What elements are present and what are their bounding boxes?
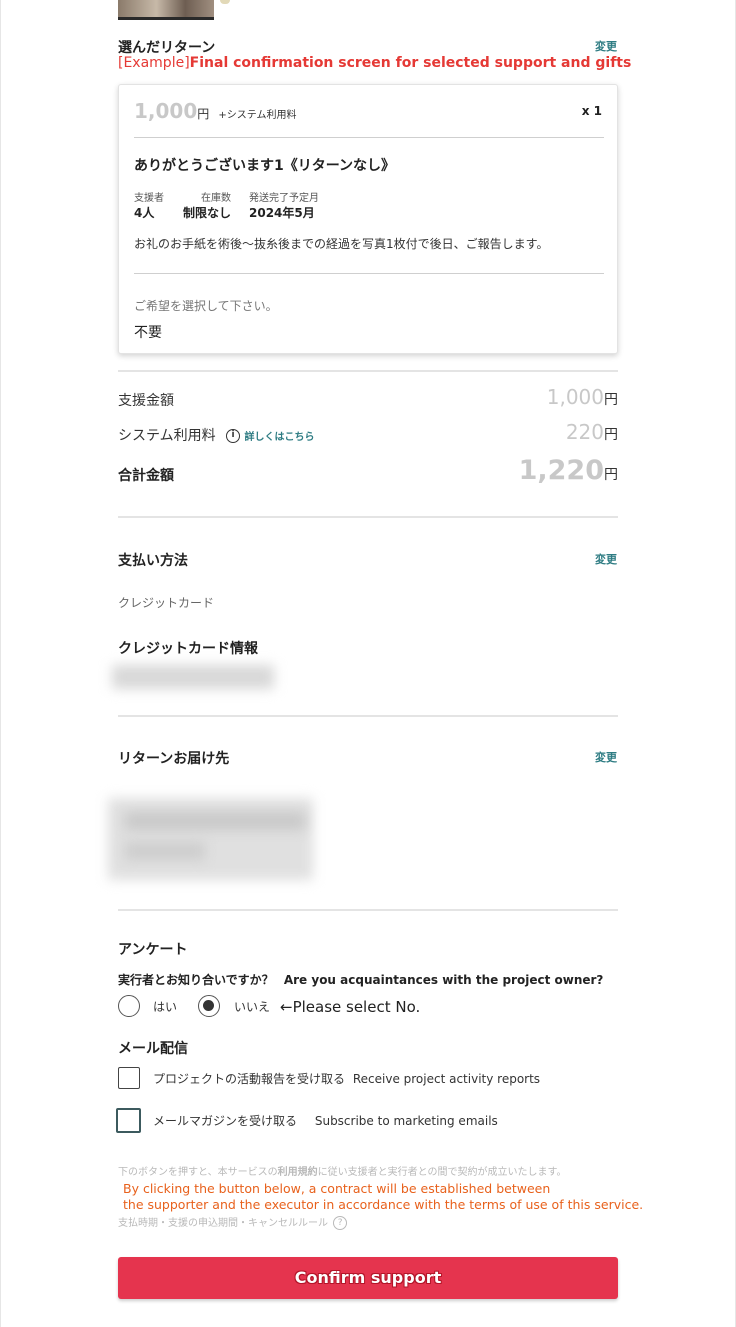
confirm-support-button[interactable]: Confirm support (118, 1257, 618, 1299)
total-amount-unit: 円 (604, 467, 618, 483)
mail-option2: メールマガジンを受け取る Subscribe to marketing emai… (153, 1112, 498, 1129)
system-fee-unit: 円 (604, 427, 618, 443)
divider (118, 909, 618, 911)
return-name: ありがとうございます1《リターンなし》 (134, 158, 396, 174)
terms-text-b: に従い支援者と実行者との間で契約が成立いたします。 (317, 1167, 567, 1178)
mail-option2-en: Subscribe to marketing emails (314, 1114, 498, 1128)
terms-annotation-line1: By clicking the button below, a contract… (123, 1181, 551, 1196)
system-fee-label-row: システム利用料 i 詳しくはこちら (118, 425, 315, 445)
delivery-title: リターンお届け先 (118, 751, 230, 767)
annotation-example: [Example]Final confirmation screen for s… (118, 55, 631, 71)
return-price: 1,000円 +システム利用料 (134, 99, 296, 123)
choice-value: 不要 (134, 325, 162, 341)
fee-detail-link[interactable]: 詳しくはこちら (245, 432, 315, 443)
survey-option-no-label: いいえ (234, 1000, 271, 1014)
terms-text: 下のボタンを押すと、本サービスの利用規約に従い支援者と実行者との間で契約が成立い… (118, 1163, 567, 1178)
support-amount-value: 1,000 (546, 385, 604, 409)
total-amount-value: 1,220 (518, 455, 604, 486)
project-thumbnail (118, 0, 214, 20)
payment-title: 支払い方法 (118, 553, 188, 569)
address-redacted (108, 798, 313, 880)
mail-option1-checkbox[interactable] (118, 1067, 140, 1089)
card-info-title: クレジットカード情報 (118, 641, 258, 657)
survey-radio-yes[interactable] (118, 995, 140, 1017)
return-quantity: x 1 (581, 104, 602, 118)
payment-method: クレジットカード (118, 596, 215, 610)
card-divider-2 (134, 273, 604, 274)
mail-option1: プロジェクトの活動報告を受け取る Receive project activit… (153, 1070, 540, 1087)
selected-return-title: 選んだリターン (118, 40, 216, 56)
payment-change-link[interactable]: 変更 (595, 551, 617, 567)
return-price-suffix: +システム利用料 (218, 110, 297, 121)
card-info-redacted (112, 665, 274, 689)
address-redacted-line (125, 842, 205, 860)
divider (118, 370, 618, 372)
support-amount-unit: 円 (604, 392, 618, 408)
system-fee-amount: 220円 (566, 420, 618, 444)
selected-return-change-link[interactable]: 変更 (595, 38, 617, 54)
card-divider (134, 137, 604, 138)
meta-supporters-label: 支援者 (134, 193, 164, 204)
terms-of-use-link[interactable]: 利用規約 (278, 1167, 318, 1178)
mail-option1-label: プロジェクトの活動報告を受け取る (153, 1072, 346, 1086)
return-card: 1,000円 +システム利用料 x 1 ありがとうございます1《リターンなし》 … (118, 84, 618, 354)
meta-stock-value: 制限なし (183, 206, 232, 220)
return-price-unit: 円 (197, 107, 210, 121)
terms-text-a: 下のボタンを押すと、本サービスの (118, 1167, 278, 1178)
survey-option-yes-label: はい (153, 1000, 178, 1014)
terms-annotation-line2: the supporter and the executor in accord… (123, 1197, 644, 1212)
mail-option2-checkbox[interactable] (116, 1108, 141, 1133)
support-amount: 1,000円 (547, 385, 618, 409)
return-description: お礼のお手紙を術後〜抜糸後までの経過を写真1枚付で後日、ご報告します。 (134, 237, 549, 251)
system-fee-label: システム利用料 (118, 428, 216, 444)
delivery-change-link[interactable]: 変更 (595, 749, 617, 765)
annotation-text: Final confirmation screen for selected s… (189, 55, 632, 71)
meta-supporters-value: 4人 (134, 206, 155, 220)
support-amount-label: 支援金額 (118, 393, 174, 409)
cancel-rules: 支払時期・支援の申込期間・キャンセルルール ? (118, 1214, 348, 1230)
meta-stock-label: 在庫数 (201, 193, 231, 204)
survey-question-en: Are you acquaintances with the project o… (283, 973, 604, 987)
survey-hint: ←Please select No. (280, 998, 421, 1016)
divider (118, 715, 618, 717)
survey-question: 実行者とお知り合いですか？ Are you acquaintances with… (118, 971, 603, 988)
survey-radio-no[interactable] (198, 995, 220, 1017)
mail-option2-label: メールマガジンを受け取る (153, 1114, 298, 1128)
meta-delivery-label: 発送完了予定月 (249, 193, 319, 204)
survey-question-jp: 実行者とお知り合いですか？ (118, 973, 274, 987)
survey-title: アンケート (118, 942, 188, 958)
total-amount-label: 合計金額 (118, 468, 174, 484)
address-redacted-line (125, 812, 305, 830)
system-fee-value: 220 (565, 420, 604, 444)
divider (118, 516, 618, 518)
annotation-prefix: [Example] (118, 55, 190, 71)
meta-delivery-value: 2024年5月 (249, 206, 315, 220)
mail-option1-en: Receive project activity reports (352, 1072, 541, 1086)
info-icon[interactable]: i (226, 429, 241, 443)
cancel-rules-link[interactable]: 支払時期・支援の申込期間・キャンセルルール (118, 1218, 328, 1229)
total-amount: 1,220円 (519, 455, 618, 486)
return-price-amount: 1,000 (134, 99, 198, 123)
question-icon[interactable]: ? (333, 1216, 348, 1230)
mail-title: メール配信 (118, 1041, 188, 1057)
choice-prompt: ご希望を選択して下さい。 (134, 299, 278, 313)
